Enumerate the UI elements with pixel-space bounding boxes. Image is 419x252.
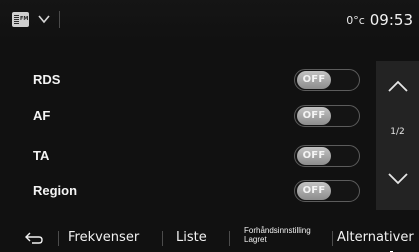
chevron-down-icon [36, 9, 52, 29]
presets-label: Forhåndsinnstilling [244, 226, 311, 235]
bottom-divider [229, 231, 230, 246]
scroll-panel: 1/2 [376, 61, 419, 210]
clock-area: 0°c 09:53 [346, 9, 413, 31]
setting-label: RDS [33, 72, 61, 87]
ta-toggle[interactable]: OFF [294, 145, 360, 167]
setting-label: TA [33, 148, 50, 163]
fm-band-label: FM [20, 16, 29, 22]
setting-row-rds[interactable]: RDS OFF [0, 62, 375, 98]
clock: 09:53 [369, 11, 413, 29]
scroll-down-button[interactable] [376, 154, 419, 210]
presets-button[interactable]: Forhåndsinnstilling Lagret [244, 226, 311, 252]
setting-label: AF [33, 108, 51, 123]
outside-temperature: 0°c [346, 13, 365, 27]
rds-toggle[interactable]: OFF [294, 69, 360, 91]
chevron-down-icon [388, 173, 408, 185]
toggle-state: OFF [297, 182, 331, 200]
toggle-state: OFF [297, 71, 331, 89]
liste-button[interactable]: Liste [176, 224, 207, 252]
chevron-up-icon [388, 80, 408, 92]
status-divider [59, 11, 60, 28]
radio-settings-screen: FM 0°c 09:53 RDS OFF AF OFF TA OFF Regio… [0, 0, 419, 252]
bottom-divider [58, 231, 59, 246]
bottom-divider [332, 231, 333, 246]
presets-sublabel: Lagret [244, 235, 267, 244]
toggle-state: OFF [297, 147, 331, 165]
setting-label: Region [33, 183, 78, 198]
audio-source-selector[interactable]: FM [12, 9, 82, 31]
setting-row-ta[interactable]: TA OFF [0, 138, 375, 174]
page-indicator: 1/2 [390, 127, 405, 137]
fm-radio-icon: FM [12, 12, 29, 27]
toggle-state: OFF [297, 107, 331, 125]
setting-row-region[interactable]: Region OFF [0, 173, 375, 209]
back-arrow-icon [25, 232, 43, 244]
back-button[interactable] [22, 224, 46, 252]
region-toggle[interactable]: OFF [294, 180, 360, 202]
frekvenser-button[interactable]: Frekvenser [68, 224, 139, 252]
af-toggle[interactable]: OFF [294, 105, 360, 127]
scroll-up-button[interactable] [376, 61, 419, 117]
setting-row-af[interactable]: AF OFF [0, 98, 375, 134]
alternativer-button[interactable]: Alternativer [337, 224, 414, 252]
bottom-bar: Frekvenser Liste Forhåndsinnstilling Lag… [0, 224, 419, 252]
status-bar: FM 0°c 09:53 [0, 0, 419, 40]
bottom-divider [162, 231, 163, 246]
